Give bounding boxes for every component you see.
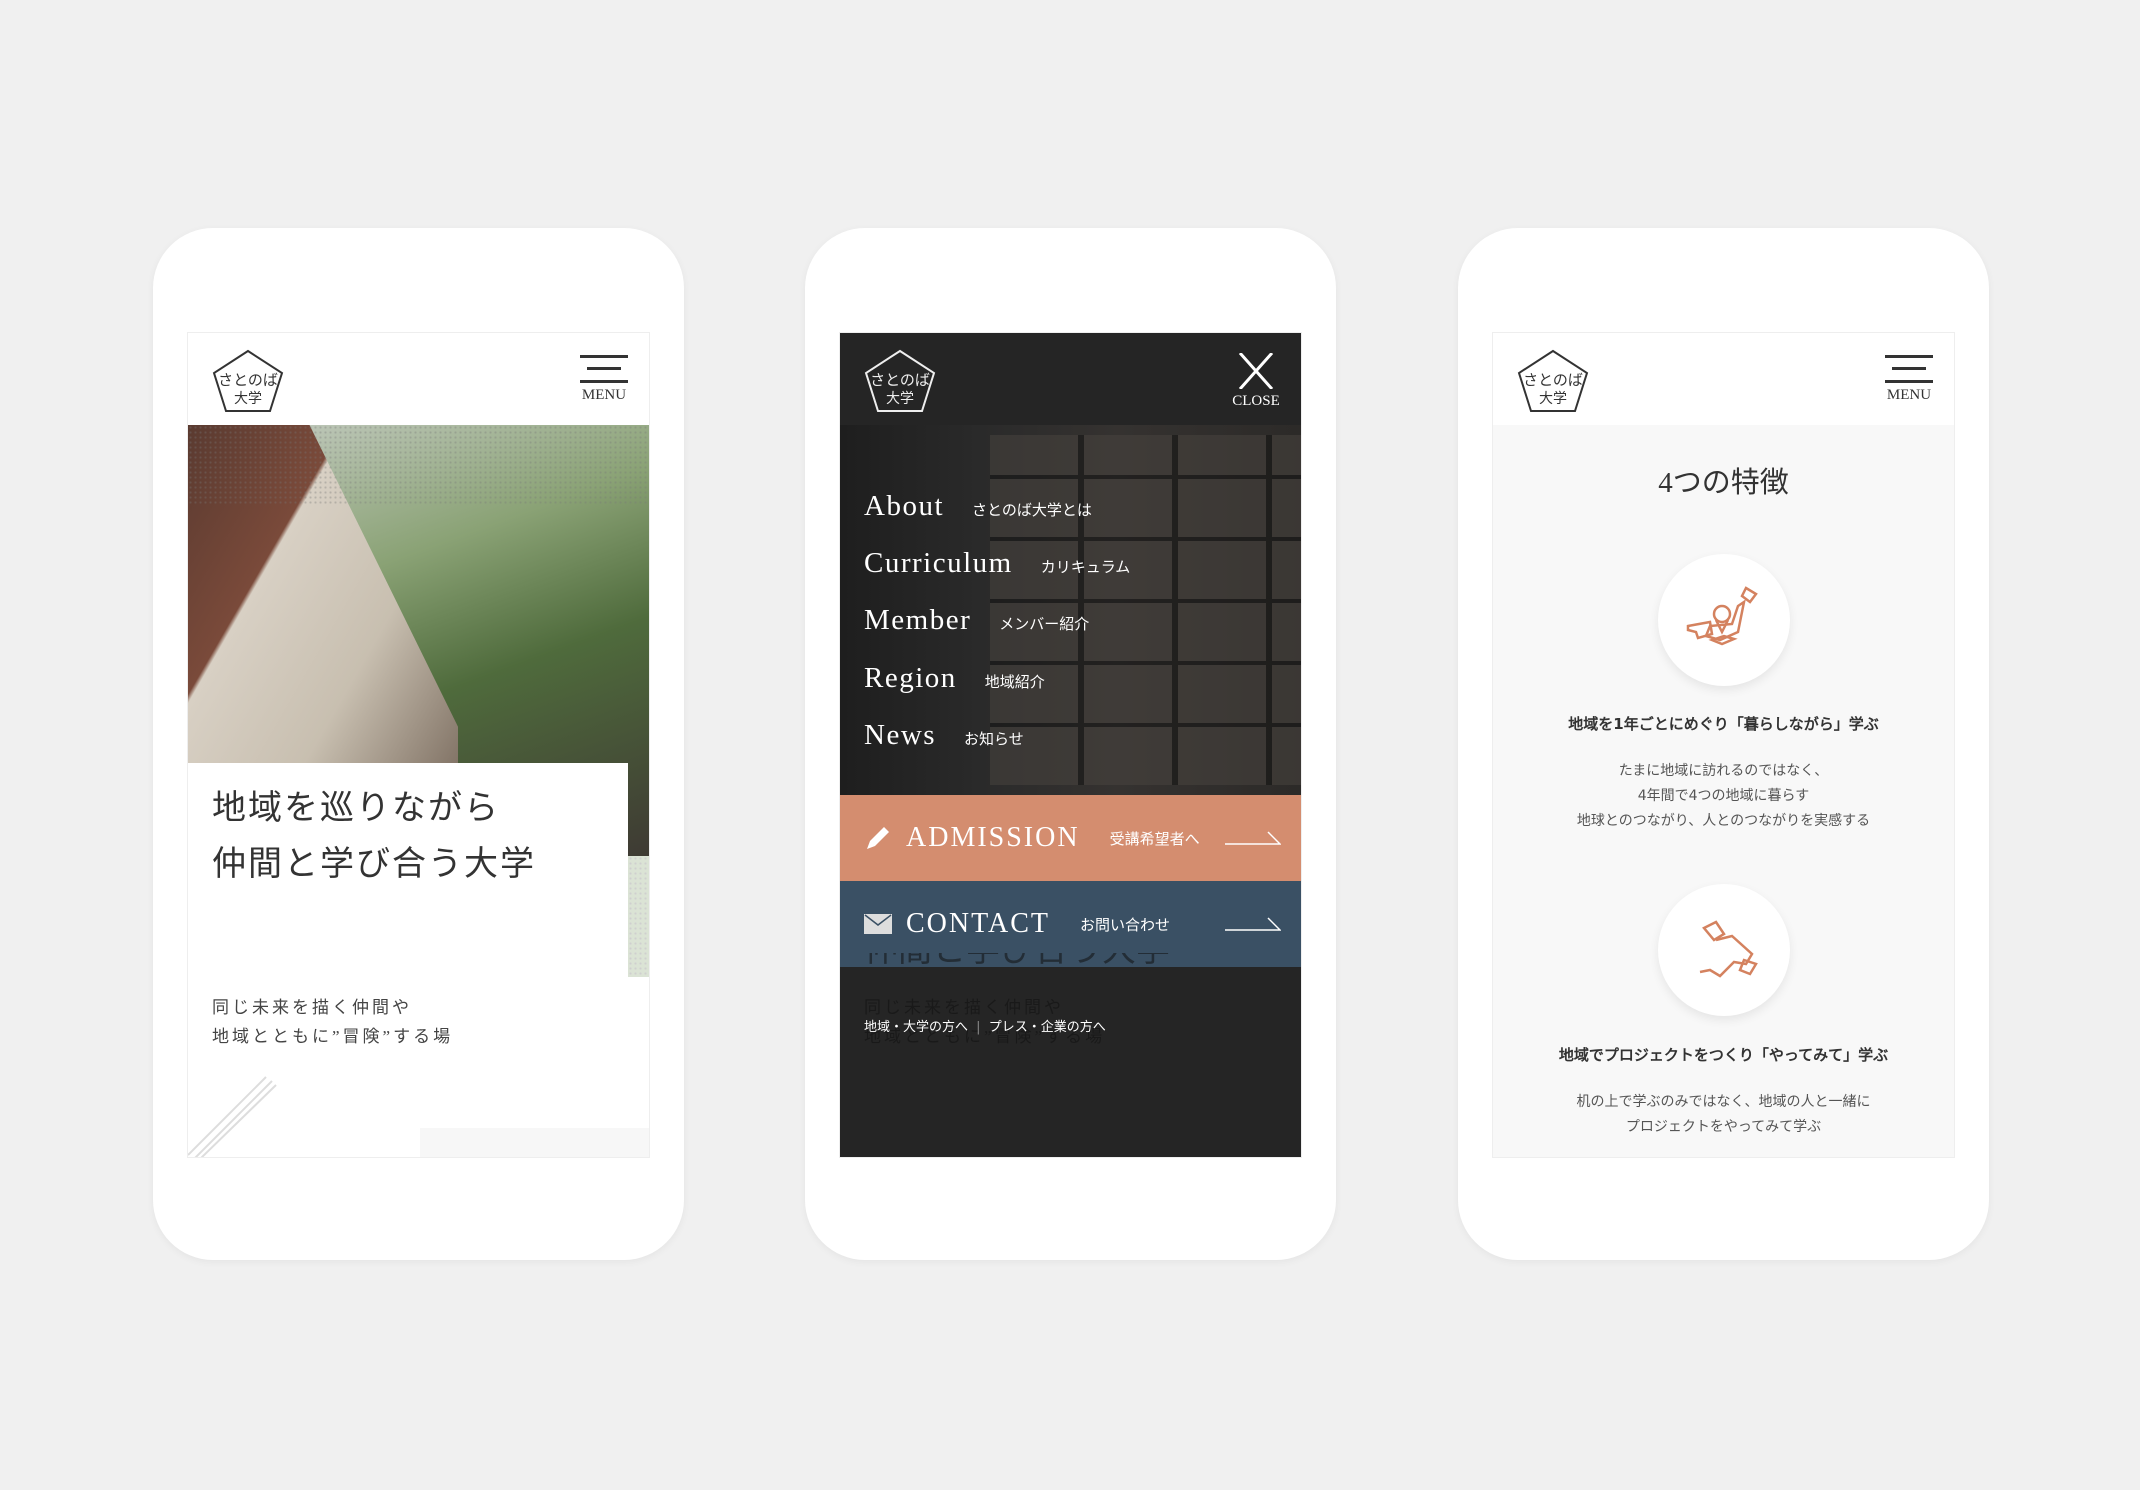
envelope-icon	[864, 914, 892, 934]
svg-text:さとのば: さとのば	[218, 371, 278, 389]
header: さとのば大学 MENU	[188, 333, 649, 425]
feature-heading: 地域でプロジェクトをつくり「やってみて」学ぶ	[1558, 1046, 1889, 1064]
hero-title: 地域を巡りながら 仲間と学び合う大学	[212, 790, 536, 883]
screen: さとのば大学 CLOSE About さとのば大学とは Curriculum カリキ…	[839, 332, 1302, 1158]
nav-about[interactable]: About さとのば大学とは	[864, 490, 1092, 523]
footer-links: 地域・大学の方へ | プレス・企業の方へ	[864, 1016, 1106, 1035]
nav-curriculum[interactable]: Curriculum カリキュラム	[864, 547, 1130, 580]
nav-member[interactable]: Member メンバー紹介	[864, 604, 1089, 637]
svg-text:大学: 大学	[234, 391, 262, 407]
ghost-hero-title: 仲間と学び合う大学	[864, 953, 1170, 977]
hamburger-icon	[579, 353, 629, 387]
menu-label: MENU	[581, 387, 627, 403]
section-title: 4つの特徴	[1658, 467, 1789, 499]
arrow-right-icon	[1225, 831, 1281, 845]
close-button[interactable]: CLOSE	[1231, 352, 1281, 413]
satonoba-logo[interactable]: さとのば大学	[210, 347, 286, 415]
close-icon	[1238, 352, 1274, 390]
link-press-company[interactable]: プレス・企業の方へ	[989, 1020, 1106, 1035]
menu-label: MENU	[1886, 387, 1932, 403]
svg-text:さとのば: さとのば	[870, 371, 930, 389]
feature-description: 机の上で学ぶのみではなく、地域の人と一緒に プロジェクトをやってみて学ぶ	[1576, 1094, 1871, 1135]
close-label: CLOSE	[1232, 393, 1280, 409]
satonoba-logo[interactable]: さとのば大学	[1515, 347, 1591, 415]
arrow-right-icon	[1225, 917, 1281, 931]
admission-button[interactable]: ADMISSION 受講希望者へ	[840, 795, 1301, 881]
screen: さとのば大学 MENU 地域を巡りながら 仲間と学び合う大学 同じ未来を描く仲間や…	[187, 332, 650, 1158]
separator: |	[976, 1020, 981, 1035]
phone-mockup-features: さとのば 大学 MENU 4つの特徴 地域を1年ごとにめぐり「暮らしながら」学ぶ …	[1458, 228, 1989, 1260]
svg-text:大学: 大学	[886, 391, 914, 407]
stripe-decoration	[188, 1076, 277, 1157]
hero-subtitle: 同じ未来を描く仲間や 地域とともに”冒険”する場	[212, 998, 454, 1046]
menu-button[interactable]: MENU	[579, 353, 629, 413]
pencil-icon	[867, 827, 889, 849]
screen: さとのば 大学 MENU 4つの特徴 地域を1年ごとにめぐり「暮らしながら」学ぶ …	[1492, 332, 1955, 1158]
feature-description: たまに地域に訪れるのではなく、 4年間で4つの地域に暮らす 地球とのつながり、人との…	[1576, 763, 1871, 829]
phone-mockup-home: さとのば大学 MENU 地域を巡りながら 仲間と学び合う大学 同じ未来を描く仲間や…	[153, 228, 684, 1260]
menu-button[interactable]: MENU	[1884, 353, 1934, 413]
gray-block	[420, 1128, 649, 1157]
feature-heading: 地域を1年ごとにめぐり「暮らしながら」学ぶ	[1568, 715, 1879, 733]
japan-map-pin-icon	[1658, 554, 1790, 686]
link-region-university[interactable]: 地域・大学の方へ	[864, 1020, 968, 1035]
hamburger-icon	[1884, 353, 1934, 387]
svg-text:さとのば: さとのば	[1523, 371, 1583, 389]
nav-region[interactable]: Region 地域紹介	[864, 662, 1045, 695]
header: さとのば大学 MENU	[1493, 333, 1954, 425]
header: さとのば大学 CLOSE	[840, 333, 1301, 425]
phone-mockup-menu: さとのば大学 CLOSE About さとのば大学とは Curriculum カリキ…	[805, 228, 1336, 1260]
nav-news[interactable]: News お知らせ	[864, 719, 1024, 752]
dotted-decoration	[628, 856, 649, 977]
svg-text:大学: 大学	[1539, 391, 1567, 407]
satonoba-logo[interactable]: さとのば大学	[862, 347, 938, 415]
japan-map-project-icon	[1658, 884, 1790, 1016]
